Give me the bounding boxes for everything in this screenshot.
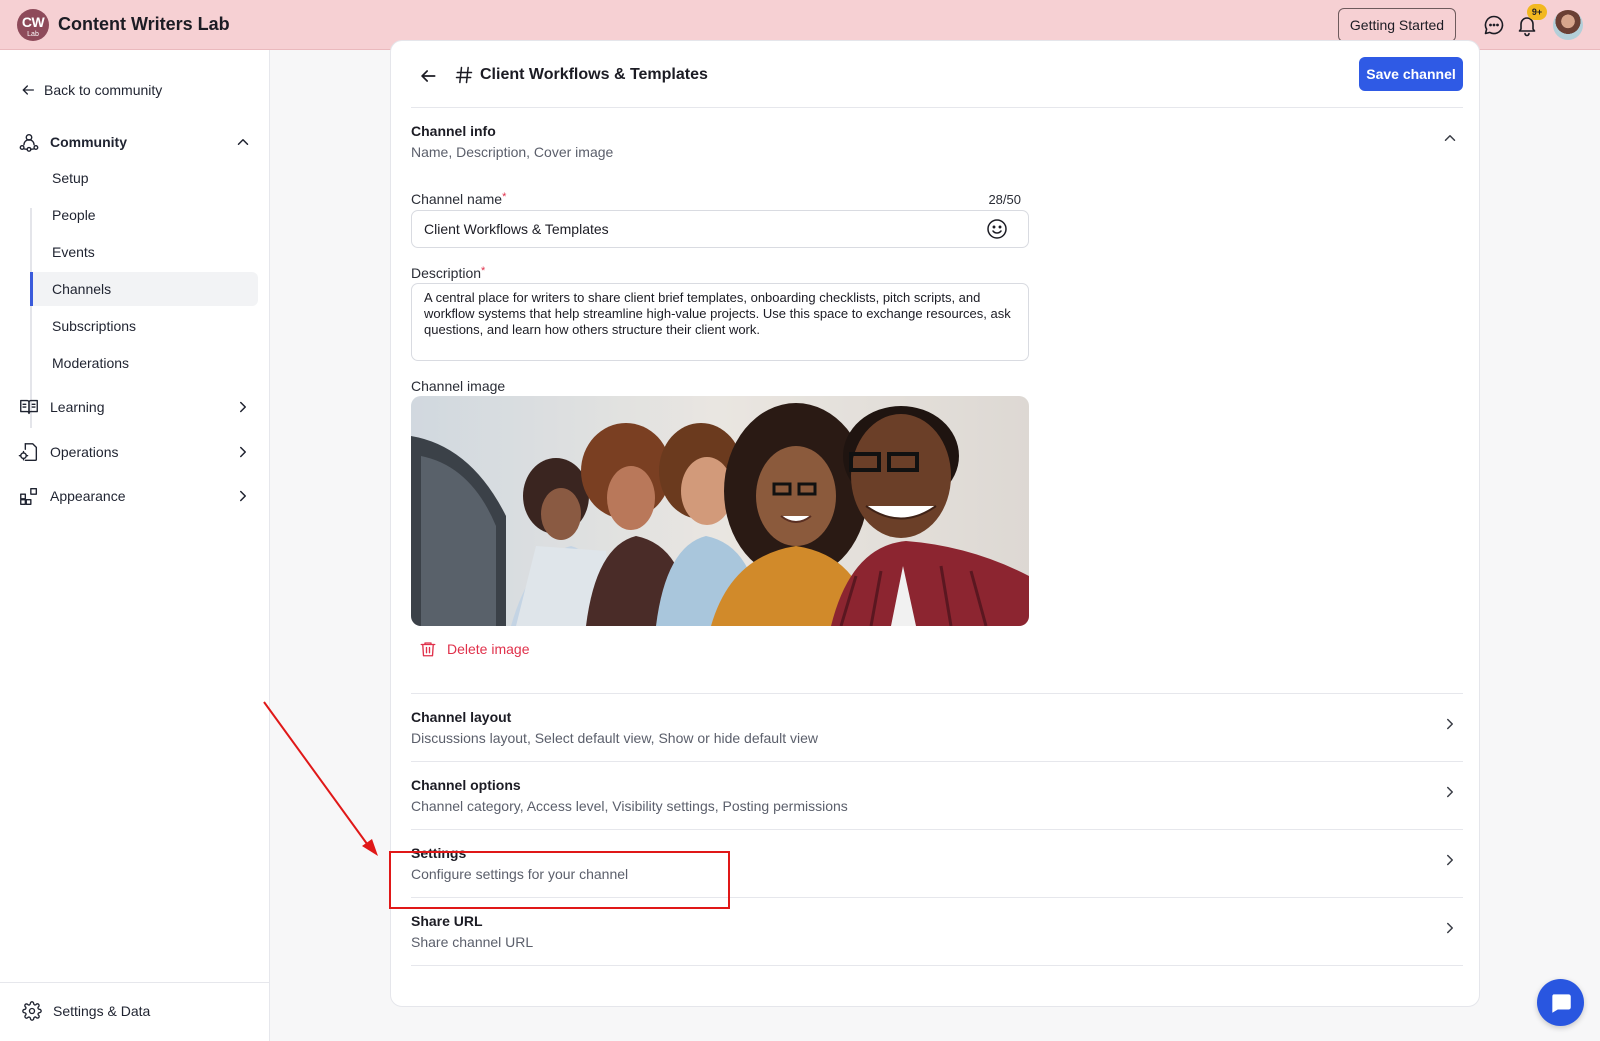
chevron-up-icon[interactable] xyxy=(1441,129,1459,147)
description-label-text: Description xyxy=(411,265,482,281)
description-label: Description* xyxy=(411,265,485,281)
chevron-right-icon xyxy=(240,446,246,458)
hash-icon xyxy=(455,66,473,84)
emoji-icon[interactable] xyxy=(985,217,1009,241)
chevron-up-icon[interactable] xyxy=(234,133,252,151)
sidebar-item-subscriptions[interactable]: Subscriptions xyxy=(30,309,258,343)
channel-title: Client Workflows & Templates xyxy=(480,66,708,83)
arrow-left-icon xyxy=(22,85,34,95)
sidebar-item-people[interactable]: People xyxy=(30,198,258,232)
delete-image-label: Delete image xyxy=(447,641,530,657)
save-channel-button[interactable]: Save channel xyxy=(1359,57,1463,91)
sidebar-item-setup[interactable]: Setup xyxy=(30,161,258,195)
app-title[interactable]: Content Writers Lab xyxy=(58,14,230,35)
notification-badge: 9+ xyxy=(1527,4,1547,20)
logo-text: CW xyxy=(21,14,45,30)
channel-options-subtitle: Channel category, Access level, Visibili… xyxy=(411,798,848,814)
chevron-right-icon xyxy=(240,401,246,413)
community-icon xyxy=(19,133,39,152)
share-url-title: Share URL xyxy=(411,913,483,929)
operations-icon xyxy=(18,443,38,461)
description-textarea[interactable]: A central place for writers to share cli… xyxy=(411,283,1029,361)
divider xyxy=(411,107,1463,108)
gear-icon xyxy=(22,1001,42,1021)
user-avatar[interactable] xyxy=(1553,10,1583,40)
section-channel-options[interactable] xyxy=(411,762,1463,830)
appearance-label: Appearance xyxy=(50,488,126,504)
required-mark: * xyxy=(481,265,486,277)
getting-started-button[interactable]: Getting Started xyxy=(1338,8,1456,42)
channel-info-title[interactable]: Channel info xyxy=(411,123,496,139)
sidebar-section-community[interactable]: Community xyxy=(18,128,252,156)
divider xyxy=(411,965,1463,966)
channel-options-title: Channel options xyxy=(411,777,521,793)
channel-name-counter: 28/50 xyxy=(988,192,1021,207)
share-url-subtitle: Share channel URL xyxy=(411,934,534,950)
settings-data-link[interactable]: Settings & Data xyxy=(22,1001,150,1021)
arrow-left-icon[interactable] xyxy=(418,66,438,86)
cover-photo-illustration xyxy=(411,396,1029,626)
channel-image-label: Channel image xyxy=(411,378,506,394)
card-header: Client Workflows & Templates Save channe… xyxy=(391,41,1479,107)
channel-cover-image xyxy=(411,396,1029,626)
annotation-highlight-box xyxy=(389,851,730,909)
sidebar-footer: Settings & Data xyxy=(0,982,269,1041)
channel-name-input[interactable] xyxy=(411,210,1029,248)
sidebar: Back to community Community Setup People… xyxy=(0,50,270,1041)
channel-info-subtitle: Name, Description, Cover image xyxy=(411,144,614,160)
sidebar-item-events[interactable]: Events xyxy=(30,235,258,269)
settings-data-label: Settings & Data xyxy=(53,1003,151,1019)
community-label: Community xyxy=(50,134,127,150)
channel-name-label-text: Channel name xyxy=(411,191,503,207)
chevron-right-icon xyxy=(1447,718,1453,730)
support-chat-button[interactable] xyxy=(1537,979,1584,1026)
chevron-right-icon xyxy=(1447,922,1453,934)
channel-layout-subtitle: Discussions layout, Select default view,… xyxy=(411,730,818,746)
message-icon xyxy=(1551,993,1571,1013)
sidebar-section-operations[interactable]: Operations xyxy=(18,438,252,466)
chevron-right-icon xyxy=(240,490,246,502)
appearance-icon xyxy=(20,487,38,505)
annotation-arrow xyxy=(263,701,378,856)
logo-subtext: Lab xyxy=(27,31,39,38)
chevron-right-icon xyxy=(1447,854,1453,866)
channel-layout-title: Channel layout xyxy=(411,709,512,725)
section-channel-layout[interactable] xyxy=(411,694,1463,762)
back-to-community-label: Back to community xyxy=(44,82,163,98)
operations-label: Operations xyxy=(50,444,119,460)
app-logo[interactable]: CW Lab xyxy=(17,9,49,41)
book-icon xyxy=(20,399,38,415)
chat-icon[interactable] xyxy=(1482,13,1506,37)
learning-label: Learning xyxy=(50,399,105,415)
delete-image-button[interactable]: Delete image xyxy=(419,640,530,658)
channel-name-label: Channel name* xyxy=(411,191,506,207)
sidebar-section-appearance[interactable]: Appearance xyxy=(18,482,252,510)
sidebar-item-moderations[interactable]: Moderations xyxy=(30,346,258,380)
sidebar-item-channels[interactable]: Channels xyxy=(30,272,258,306)
trash-icon xyxy=(420,642,436,657)
required-mark: * xyxy=(502,191,507,203)
chevron-right-icon xyxy=(1447,786,1453,798)
back-to-community-link[interactable]: Back to community xyxy=(20,82,162,98)
sidebar-section-learning[interactable]: Learning xyxy=(18,393,252,421)
